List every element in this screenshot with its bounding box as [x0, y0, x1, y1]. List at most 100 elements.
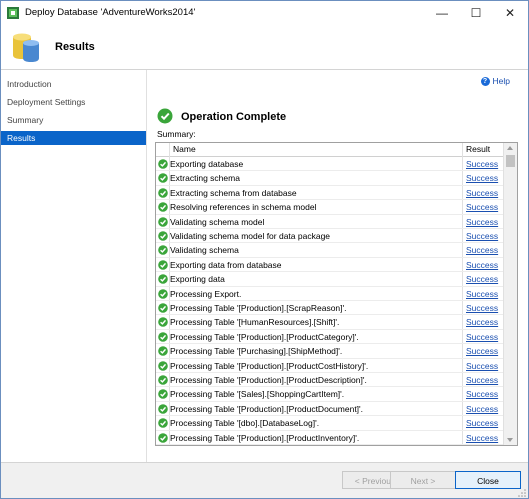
- page-header: Results: [1, 25, 528, 70]
- success-check-icon: [158, 432, 168, 443]
- help-icon: ?: [480, 76, 490, 86]
- table-row[interactable]: Extracting schema from database Success: [156, 186, 503, 201]
- row-result-link[interactable]: Success: [466, 245, 498, 255]
- minimize-button[interactable]: —: [425, 1, 459, 25]
- sidebar-item-results[interactable]: Results: [1, 131, 146, 145]
- row-result-link[interactable]: Success: [466, 274, 498, 284]
- row-result-link[interactable]: Success: [466, 332, 498, 342]
- summary-label: Summary:: [157, 129, 196, 139]
- row-name: Processing Table '[Production].[ProductC…: [170, 331, 359, 342]
- scroll-up-icon[interactable]: [507, 146, 513, 150]
- row-name: Resolving references in schema model: [170, 202, 317, 213]
- table-row[interactable]: Processing Table '[dbo].[DatabaseLog]'. S…: [156, 416, 503, 431]
- success-check-icon: [158, 360, 168, 371]
- success-check-icon: [158, 216, 168, 227]
- table-row[interactable]: Processing Table '[Production].[ProductD…: [156, 402, 503, 417]
- table-row[interactable]: Exporting data from database Success: [156, 258, 503, 273]
- next-button[interactable]: Next >: [390, 471, 456, 489]
- page-title: Results: [55, 41, 95, 53]
- success-check-icon: [158, 202, 168, 212]
- row-name: Exporting data from database: [170, 259, 282, 270]
- column-header-name[interactable]: Name: [173, 144, 196, 154]
- row-result-link[interactable]: Success: [466, 317, 498, 327]
- results-table: Name Result Exporting database Success Ext…: [155, 142, 518, 446]
- success-check-icon: [158, 231, 168, 241]
- row-name: Processing Table '[HumanResources].[Shif…: [170, 317, 340, 328]
- success-check-icon: [158, 259, 168, 270]
- success-check-icon: [158, 418, 168, 428]
- row-result-link[interactable]: Success: [466, 375, 498, 385]
- row-name: Processing Export.: [170, 288, 242, 299]
- table-row[interactable]: Processing Table '[Production].[ProductC…: [156, 359, 503, 373]
- success-check-icon: [158, 274, 168, 284]
- table-row[interactable]: Processing Table '[Production].[ProductD…: [156, 373, 503, 388]
- column-header-result[interactable]: Result: [466, 144, 490, 154]
- table-row[interactable]: Extracting schema Success: [156, 171, 503, 186]
- table-row[interactable]: Validating schema Success: [156, 243, 503, 258]
- table-row[interactable]: Validating schema model Success: [156, 215, 503, 229]
- row-name: Validating schema: [170, 245, 239, 256]
- window-title: Deploy Database 'AdventureWorks2014': [25, 7, 196, 18]
- row-name: Exporting data: [170, 274, 225, 285]
- table-row[interactable]: Processing Table '[Sales].[ShoppingCartI…: [156, 387, 503, 402]
- operation-status-title: Operation Complete: [181, 111, 287, 123]
- maximize-button[interactable]: ☐: [459, 1, 493, 25]
- success-check-icon: [158, 375, 168, 385]
- row-result-link[interactable]: Success: [466, 231, 498, 241]
- scroll-down-icon[interactable]: [507, 438, 513, 442]
- row-result-link[interactable]: Success: [466, 217, 498, 227]
- row-result-link[interactable]: Success: [466, 159, 498, 169]
- sidebar-item-deployment-settings[interactable]: Deployment Settings: [1, 95, 146, 109]
- success-check-icon: [158, 245, 168, 256]
- row-name: Validating schema model for data package: [170, 231, 331, 241]
- row-result-link[interactable]: Success: [466, 173, 498, 183]
- row-name: Processing Table '[Production].[ProductI…: [170, 432, 360, 443]
- row-result-link[interactable]: Success: [466, 303, 498, 313]
- row-result-link[interactable]: Success: [466, 346, 498, 356]
- table-row[interactable]: Processing Table '[Purchasing].[ShipMeth…: [156, 344, 503, 359]
- row-name: Processing Table '[Production].[ScrapRea…: [170, 303, 347, 313]
- table-row[interactable]: Processing Table '[Production].[ProductI…: [156, 431, 503, 445]
- row-result-link[interactable]: Success: [466, 404, 498, 414]
- row-result-link[interactable]: Success: [466, 361, 498, 371]
- scroll-thumb[interactable]: [506, 155, 515, 167]
- sidebar-item-summary[interactable]: Summary: [1, 113, 146, 127]
- sidebar: Introduction Deployment Settings Summary…: [1, 70, 147, 498]
- footer: < Previous Next > Close: [1, 462, 528, 498]
- row-result-link[interactable]: Success: [466, 202, 498, 212]
- row-name: Processing Table '[Production].[ProductD…: [170, 375, 367, 385]
- help-link[interactable]: ? Help: [480, 76, 510, 86]
- table-row[interactable]: Validating schema model for data package…: [156, 229, 503, 244]
- success-check-icon: [158, 187, 168, 198]
- success-check-icon: [158, 173, 168, 184]
- success-check-icon: [158, 403, 168, 414]
- title-bar: Deploy Database 'AdventureWorks2014' — ☐…: [1, 1, 528, 25]
- sidebar-item-introduction[interactable]: Introduction: [1, 77, 146, 91]
- table-row[interactable]: Processing Export. Success: [156, 287, 503, 301]
- close-button[interactable]: Close: [455, 471, 521, 489]
- table-row[interactable]: Resolving references in schema model Succ…: [156, 200, 503, 215]
- row-result-link[interactable]: Success: [466, 289, 498, 299]
- row-name: Processing Table '[dbo].[DatabaseLog]'.: [170, 418, 320, 429]
- table-row[interactable]: Processing Table '[HumanResources].[Shif…: [156, 315, 503, 330]
- success-check-icon: [158, 303, 168, 313]
- row-name: Processing Table '[Production].[ProductC…: [170, 360, 369, 371]
- help-label: Help: [492, 76, 510, 86]
- success-check-icon: [158, 288, 168, 299]
- row-name: Processing Table '[Purchasing].[ShipMeth…: [170, 346, 343, 357]
- table-row[interactable]: Exporting data Success: [156, 272, 503, 287]
- row-result-link[interactable]: Success: [466, 389, 498, 399]
- row-result-link[interactable]: Success: [466, 260, 498, 270]
- app-icon: [7, 7, 19, 19]
- row-name: Processing Table '[Sales].[ShoppingCartI…: [170, 389, 345, 400]
- table-row[interactable]: Processing Table '[Production].[ProductC…: [156, 330, 503, 345]
- table-row[interactable]: Exporting database Success: [156, 157, 503, 172]
- row-result-link[interactable]: Success: [466, 418, 498, 428]
- row-result-link[interactable]: Success: [466, 188, 498, 198]
- table-row[interactable]: Processing Table '[Production].[ScrapRea…: [156, 301, 503, 316]
- row-result-link[interactable]: Success: [466, 433, 498, 443]
- vertical-scrollbar[interactable]: [503, 143, 517, 445]
- close-window-button[interactable]: ✕: [493, 1, 527, 25]
- resize-grip-icon[interactable]: [518, 489, 526, 497]
- deploy-database-window: Deploy Database 'AdventureWorks2014' — ☐…: [0, 0, 529, 499]
